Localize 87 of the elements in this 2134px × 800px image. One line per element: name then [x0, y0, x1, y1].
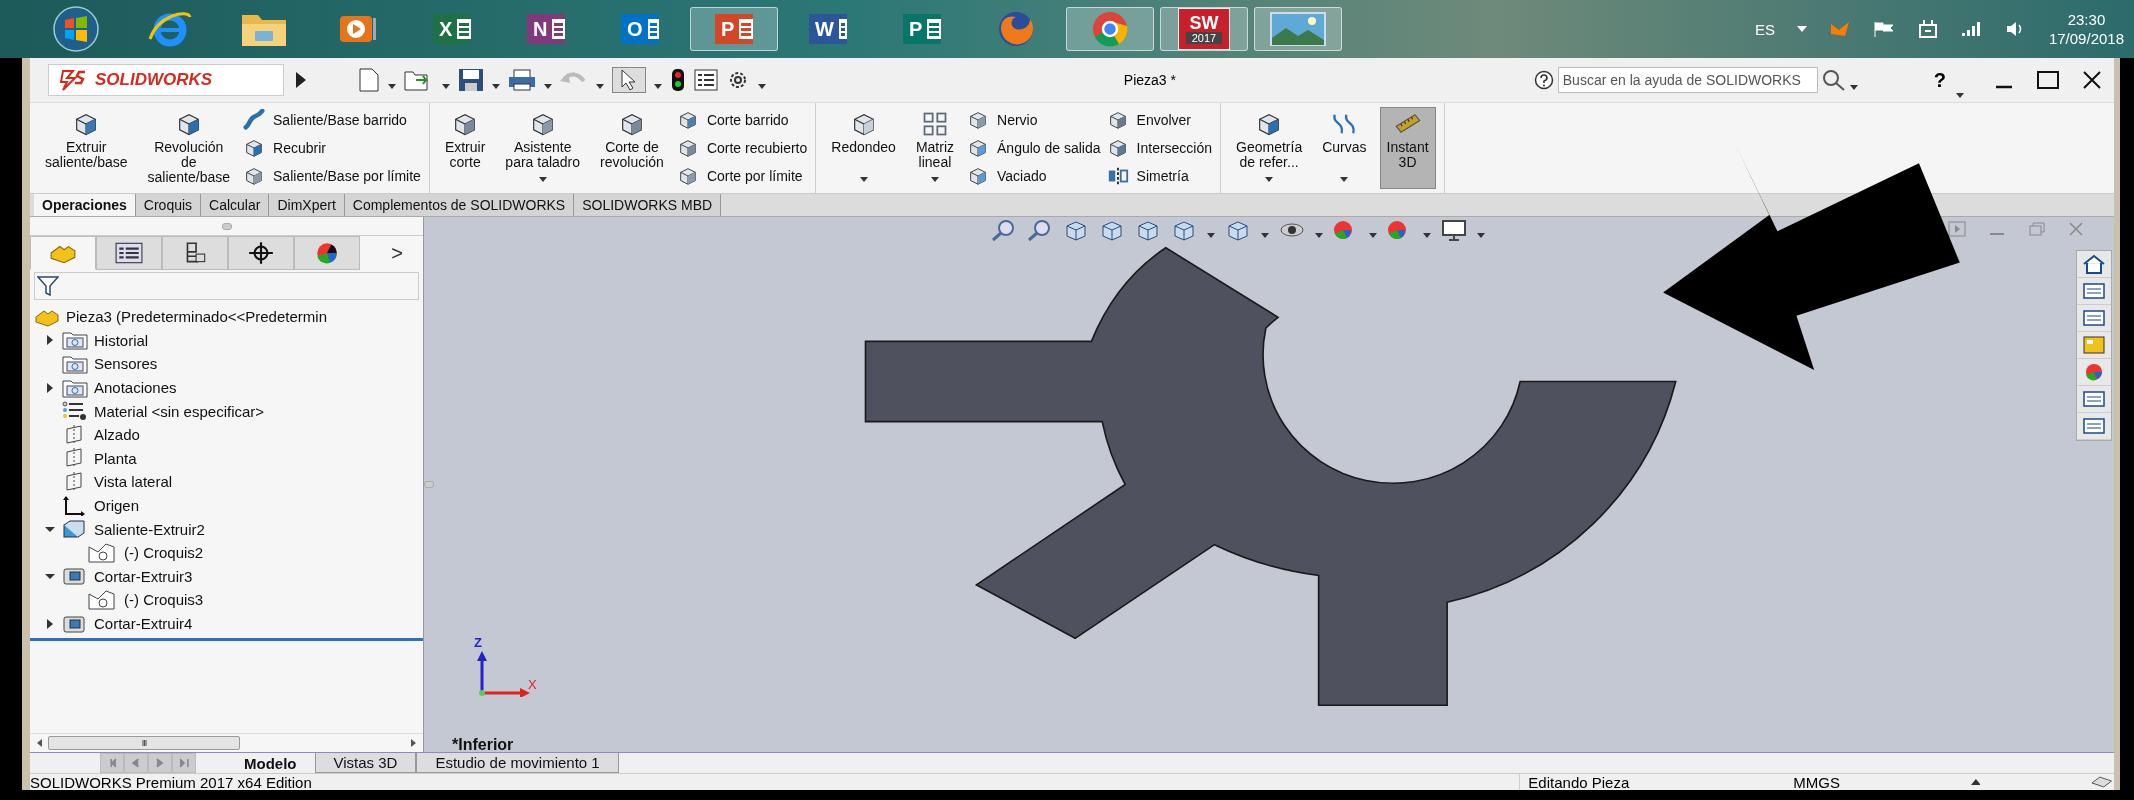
command-label: Vaciado — [997, 168, 1047, 184]
ribbon-command[interactable]: Corte por límite — [676, 165, 808, 187]
ribbon-command[interactable]: Saliente/Base por límite — [243, 165, 421, 187]
axis-label: X — [528, 677, 537, 692]
status-text: SOLIDWORKS Premium 2017 x64 Edition — [30, 774, 313, 790]
command-label: Envolver — [1136, 112, 1192, 128]
tree-item[interactable]: Anotaciones — [94, 379, 177, 397]
ribbon-button[interactable]: Instant 3D — [1379, 107, 1436, 189]
tree-item[interactable]: Sensores — [94, 355, 158, 373]
ribbon-button[interactable]: Matriz lineal — [908, 107, 962, 189]
command-label: Intersección — [1136, 140, 1213, 156]
command-tab[interactable]: Complementos de SOLIDWORKS — [344, 194, 575, 216]
ribbon-command[interactable]: Recubrir — [243, 137, 421, 159]
taskbar-button[interactable]: W — [784, 7, 872, 51]
command-label: Saliente/Base por límite — [273, 168, 421, 184]
bottom-tab[interactable]: Estudio de movimiento 1 — [416, 753, 619, 773]
tree-item[interactable]: Cortar-Extruir4 — [94, 615, 193, 632]
search-field[interactable]: Buscar en la ayuda de SOLIDWORKS — [1557, 67, 1818, 93]
tree-item[interactable]: Alzado — [94, 426, 140, 444]
clock-date: 17/09/2018 — [2048, 29, 2124, 48]
taskbar-button[interactable]: SW 2017 — [1160, 7, 1248, 51]
ribbon-button[interactable]: Geometría de refer... — [1229, 107, 1310, 189]
ribbon-button[interactable]: Corte de revolución — [593, 107, 671, 189]
command-label: Corte por límite — [706, 168, 803, 184]
command-tab[interactable]: Calcular — [201, 194, 270, 216]
tree-item[interactable]: Origen — [94, 497, 140, 515]
tree-item[interactable]: Historial — [94, 331, 149, 349]
command-tab[interactable]: Croquis — [135, 194, 202, 216]
units-button[interactable]: MMGS — [1773, 774, 1921, 790]
command-tab[interactable]: DimXpert — [269, 194, 345, 216]
ribbon-command[interactable]: Corte recubierto — [676, 137, 808, 159]
status-text: Editando Pieza — [1519, 774, 1774, 790]
command-label: Recubrir — [273, 140, 326, 156]
ribbon-command[interactable]: Vaciado — [967, 165, 1101, 187]
solidworks-logo[interactable]: SOLIDWORKS — [48, 64, 284, 96]
taskbar-button[interactable]: O — [596, 7, 684, 51]
taskbar-button[interactable]: N — [502, 7, 590, 51]
command-tab[interactable]: Operaciones — [34, 194, 136, 216]
ribbon-command[interactable]: Envolver — [1106, 109, 1213, 131]
tree-item[interactable]: Planta — [94, 449, 137, 467]
tree-item[interactable]: Material <sin especificar> — [94, 402, 265, 420]
clock-time: 23:30 — [2067, 10, 2106, 29]
scroll-thumb[interactable]: III — [48, 736, 240, 750]
office-app-icon[interactable]: P — [715, 14, 753, 44]
solidworks-app-icon[interactable]: SW 2017 — [1178, 8, 1230, 50]
command-label: Simetría — [1136, 168, 1189, 184]
tree-item[interactable]: Vista lateral — [94, 473, 173, 491]
command-label: Saliente/Base barrido — [273, 112, 407, 128]
window-title: Pieza3 * — [1122, 72, 1177, 88]
office-app-icon[interactable]: P — [903, 14, 941, 44]
ribbon-button[interactable]: Extruir corte — [437, 107, 493, 189]
ribbon-command[interactable]: Simetría — [1106, 165, 1213, 187]
command-label: Corte recubierto — [706, 140, 808, 156]
clock[interactable]: 23:30 17/09/2018 — [2048, 10, 2124, 48]
taskbar-button[interactable]: X — [408, 7, 496, 51]
tree-item[interactable]: Pieza3 (Predeterminado<<Predetermin — [66, 308, 327, 326]
ribbon-command[interactable]: Intersección — [1106, 137, 1213, 159]
taskbar-button[interactable]: P — [878, 7, 966, 51]
view-name: *Inferior — [452, 736, 514, 752]
tree-item[interactable]: Saliente-Extruir2 — [94, 520, 205, 538]
ribbon-command[interactable]: Ángulo de salida — [967, 137, 1101, 159]
tree-item[interactable]: Cortar-Extruir3 — [94, 567, 193, 585]
ribbon-button[interactable]: Redondeo — [824, 107, 903, 189]
ribbon-button[interactable]: Revolución de saliente/base — [140, 107, 238, 189]
help-button[interactable]: ? — [1933, 68, 1946, 92]
logo-text: SOLIDWORKS — [95, 70, 213, 90]
office-app-icon[interactable]: N — [527, 14, 565, 44]
command-label: Corte barrido — [706, 112, 789, 128]
office-app-icon[interactable]: X — [433, 14, 471, 44]
language-indicator[interactable]: ES — [1754, 20, 1775, 38]
command-label: Ángulo de salida — [997, 140, 1101, 156]
bottom-tab[interactable]: Vistas 3D — [314, 753, 417, 773]
ribbon-command[interactable]: Nervio — [967, 109, 1101, 131]
office-app-icon[interactable]: O — [621, 14, 659, 44]
ribbon-button[interactable]: Asistente para taladro — [498, 107, 588, 189]
ribbon-button[interactable]: Extruir saliente/base — [38, 107, 135, 189]
office-app-icon[interactable]: W — [809, 14, 847, 44]
command-tab[interactable]: SOLIDWORKS MBD — [574, 194, 722, 216]
tree-item[interactable]: (-) Croquis3 — [124, 591, 204, 609]
command-label: Nervio — [997, 112, 1038, 128]
axis-label: Z — [474, 635, 482, 650]
ribbon-command[interactable]: Corte barrido — [676, 109, 808, 131]
tree-item[interactable]: (-) Croquis2 — [124, 544, 204, 562]
more-tabs-button[interactable]: > — [385, 236, 409, 270]
ribbon-command[interactable]: Saliente/Base barrido — [243, 109, 421, 131]
ribbon-button[interactable]: Curvas — [1315, 107, 1374, 189]
taskbar-button[interactable]: P — [690, 7, 778, 51]
